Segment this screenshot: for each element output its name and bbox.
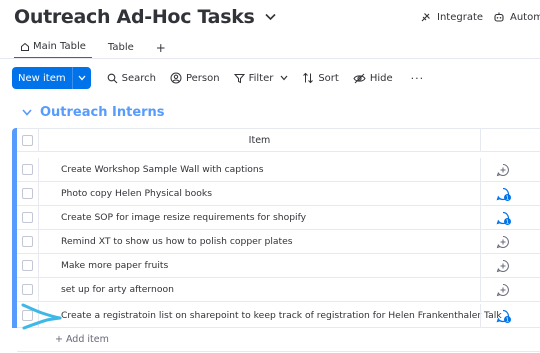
row-checkbox[interactable] [17, 158, 39, 182]
column-header-item[interactable]: Item [39, 129, 480, 152]
updates-cell[interactable] [480, 158, 540, 182]
hide-label: Hide [369, 72, 393, 84]
tab-main-table[interactable]: Main Table [14, 36, 92, 59]
sort-button[interactable]: Sort [302, 72, 339, 84]
update-count: 1 [506, 220, 510, 226]
more-icon: ··· [410, 71, 425, 85]
table-row[interactable]: Create SOP for image resize requirements… [17, 206, 540, 230]
new-item-label: New item [18, 72, 66, 84]
hide-button[interactable]: Hide [353, 73, 393, 84]
integrate-icon [421, 13, 430, 22]
tab-table-label: Table [107, 42, 134, 53]
row-checkbox[interactable] [17, 278, 39, 302]
update-chat-icon[interactable]: 1 [496, 211, 512, 226]
home-icon [21, 42, 29, 51]
person-filter-button[interactable]: Person [170, 72, 220, 84]
table-row[interactable]: set up for arty afternoon [17, 278, 540, 302]
table-row[interactable]: Remind XT to show us how to polish coppe… [17, 230, 540, 254]
updates-cell[interactable] [480, 278, 540, 302]
person-label: Person [185, 72, 220, 84]
search-button[interactable]: Search [107, 73, 156, 84]
new-item-button[interactable]: New item [12, 67, 91, 89]
item-name[interactable]: Create Workshop Sample Wall with caption… [61, 158, 264, 182]
add-update-icon[interactable] [496, 235, 510, 249]
chevron-down-icon[interactable] [73, 74, 91, 83]
integrate-label: Integrate [437, 11, 484, 23]
annotation-arrow-icon [21, 303, 62, 330]
more-options-button[interactable]: ··· [411, 72, 425, 85]
chevron-down-icon[interactable] [265, 11, 276, 24]
update-chat-icon[interactable]: 1 [496, 309, 512, 324]
search-icon [107, 73, 117, 83]
board-toolbar: New item Search Person Filter Sort Hide … [12, 67, 424, 89]
update-count: 1 [506, 318, 510, 324]
view-tabs: Main Table Table + [14, 36, 172, 59]
updates-cell[interactable]: 1 [480, 206, 540, 230]
item-name[interactable]: Create SOP for image resize requirements… [61, 206, 306, 230]
item-name[interactable]: set up for arty afternoon [61, 278, 174, 302]
group-header[interactable]: Outreach Interns [22, 105, 165, 120]
add-item-row[interactable]: + Add item [17, 328, 540, 352]
add-view-button[interactable]: + [150, 36, 172, 59]
eye-off-icon [353, 73, 366, 83]
table-row[interactable]: Create a registratoin list on sharepoint… [17, 304, 540, 328]
update-count: 1 [506, 196, 510, 202]
updates-cell[interactable]: 1 [480, 304, 540, 328]
item-name[interactable]: Create a registratoin list on sharepoint… [61, 304, 502, 328]
chevron-down-icon[interactable] [280, 75, 288, 81]
automate-button[interactable]: Autom [493, 11, 540, 23]
row-checkbox[interactable] [17, 230, 39, 254]
group-title[interactable]: Outreach Interns [40, 105, 165, 120]
board-title[interactable]: Outreach Ad-Hoc Tasks [14, 6, 276, 28]
tab-table[interactable]: Table [102, 36, 140, 59]
person-icon [170, 72, 182, 84]
table-header: Item [17, 128, 540, 152]
integrate-button[interactable]: Integrate [420, 11, 483, 23]
tab-main-table-label: Main Table [33, 41, 86, 52]
tabs-divider [0, 58, 540, 59]
row-checkbox[interactable] [17, 254, 39, 278]
add-view-label: + [155, 40, 166, 55]
search-label: Search [121, 72, 156, 84]
sort-icon [303, 72, 314, 84]
automate-icon [494, 12, 504, 22]
item-name[interactable]: Make more paper fruits [61, 254, 168, 278]
row-checkbox[interactable] [17, 182, 39, 206]
add-update-icon[interactable] [496, 163, 510, 177]
filter-icon [233, 73, 245, 83]
update-chat-icon[interactable]: 1 [496, 187, 512, 202]
add-update-icon[interactable] [496, 259, 510, 273]
column-header-updates [480, 129, 540, 152]
select-all-checkbox[interactable] [17, 129, 39, 152]
updates-cell[interactable] [480, 230, 540, 254]
filter-label: Filter [248, 72, 274, 84]
sort-label: Sort [318, 72, 339, 84]
board-title-text: Outreach Ad-Hoc Tasks [14, 6, 255, 28]
filter-button[interactable]: Filter [233, 72, 289, 84]
add-update-icon[interactable] [496, 283, 510, 297]
chevron-down-icon[interactable] [22, 109, 32, 116]
updates-cell[interactable] [480, 254, 540, 278]
item-name[interactable]: Remind XT to show us how to polish coppe… [61, 230, 293, 254]
table-row[interactable]: Photo copy Helen Physical books 1 [17, 182, 540, 206]
table-row[interactable]: Create Workshop Sample Wall with caption… [17, 158, 540, 182]
table-row[interactable]: Make more paper fruits [17, 254, 540, 278]
updates-cell[interactable]: 1 [480, 182, 540, 206]
row-checkbox[interactable] [17, 206, 39, 230]
automate-label: Autom [510, 11, 540, 23]
item-name[interactable]: Photo copy Helen Physical books [61, 182, 212, 206]
